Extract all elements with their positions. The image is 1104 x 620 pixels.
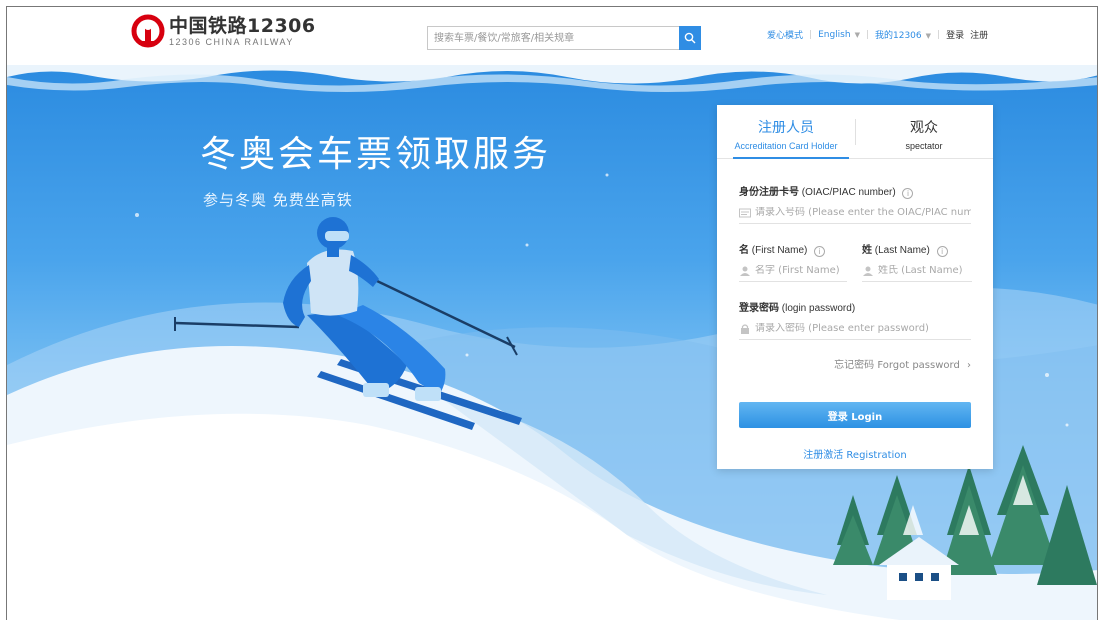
hero-subtitle: 参与冬奥 免费坐高铁	[203, 191, 353, 209]
language-switch[interactable]: English ▼	[818, 30, 860, 40]
tab-label: 观众	[910, 120, 938, 136]
id-number-label: 身份注册卡号 (OIAC/PIAC number) i	[739, 183, 914, 199]
nav-separator: |	[865, 29, 869, 40]
site-header: 中国铁路12306 12306 CHINA RAILWAY 爱心模式 | Eng…	[7, 7, 1097, 65]
tab-sublabel: Accreditation Card Holder	[734, 141, 838, 151]
id-number-field	[739, 202, 971, 224]
forgot-password-label: 忘记密码 Forgot password	[834, 360, 960, 371]
label-cn: 名	[739, 245, 749, 256]
search-button[interactable]	[679, 26, 701, 50]
search-icon	[684, 32, 696, 44]
user-icon	[740, 266, 750, 276]
first-name-field	[739, 260, 847, 282]
last-name-field	[862, 260, 972, 282]
label-en: (login password)	[781, 303, 856, 314]
first-name-label: 名 (First Name) i	[739, 241, 826, 257]
header-login-link[interactable]: 登录	[946, 28, 964, 41]
logo-title: 中国铁路12306	[169, 14, 316, 37]
first-name-input[interactable]	[755, 265, 847, 276]
login-tabs: 注册人员 Accreditation Card Holder 观众 specta…	[717, 105, 993, 159]
label-en: (First Name)	[751, 245, 808, 256]
nav-separator: |	[937, 29, 941, 40]
chevron-down-icon: ▼	[925, 32, 932, 40]
language-label: English	[818, 29, 851, 40]
user-icon	[863, 266, 873, 276]
registration-link[interactable]: 注册激活 Registration	[717, 446, 993, 461]
tab-label: 注册人员	[758, 120, 814, 136]
label-en: (OIAC/PIAC number)	[801, 187, 896, 198]
search-input[interactable]	[427, 26, 679, 50]
tab-sublabel: spectator	[905, 141, 943, 151]
my12306-label: 我的12306	[875, 31, 922, 41]
label-cn: 姓	[862, 245, 872, 256]
tab-accreditation-holder[interactable]: 注册人员 Accreditation Card Holder	[717, 105, 855, 159]
site-logo[interactable]: 中国铁路12306 12306 CHINA RAILWAY	[131, 14, 316, 48]
my12306-menu[interactable]: 我的12306 ▼	[875, 28, 931, 41]
info-icon[interactable]: i	[814, 246, 826, 257]
hero-banner: 冬奥会车票领取服务 参与冬奥 免费坐高铁 注册人员 Accreditation …	[7, 65, 1097, 620]
header-register-link[interactable]: 注册	[970, 28, 988, 41]
chevron-right-icon: ›	[967, 360, 971, 371]
password-field	[739, 318, 971, 340]
nav-separator: |	[809, 29, 813, 40]
id-number-input[interactable]	[755, 207, 971, 218]
last-name-input[interactable]	[878, 265, 972, 276]
tab-spectator[interactable]: 观众 spectator	[855, 105, 993, 158]
care-mode-link[interactable]: 爱心模式	[767, 28, 803, 41]
card-icon	[739, 208, 751, 217]
logo-subtitle: 12306 CHINA RAILWAY	[169, 36, 294, 47]
forgot-password-link[interactable]: 忘记密码 Forgot password ›	[834, 356, 971, 371]
top-nav: 爱心模式 | English ▼ | 我的12306 ▼ | 登录 注册	[767, 28, 988, 42]
search-bar	[427, 26, 701, 50]
browser-frame: 中国铁路12306 12306 CHINA RAILWAY 爱心模式 | Eng…	[6, 6, 1098, 620]
password-input[interactable]	[755, 323, 971, 334]
chevron-down-icon: ▼	[854, 30, 860, 39]
login-card: 注册人员 Accreditation Card Holder 观众 specta…	[717, 105, 993, 469]
info-icon[interactable]: i	[936, 246, 948, 257]
password-label: 登录密码 (login password)	[739, 299, 855, 314]
hero-title: 冬奥会车票领取服务	[200, 134, 552, 175]
info-icon[interactable]: i	[902, 188, 914, 199]
lock-icon	[741, 323, 749, 334]
label-en: (Last Name)	[874, 245, 930, 256]
last-name-label: 姓 (Last Name) i	[862, 241, 948, 257]
login-button[interactable]: 登录 Login	[739, 402, 971, 428]
railway-logo-icon	[131, 14, 165, 48]
label-cn: 登录密码	[739, 303, 779, 314]
label-cn: 身份注册卡号	[739, 187, 799, 198]
